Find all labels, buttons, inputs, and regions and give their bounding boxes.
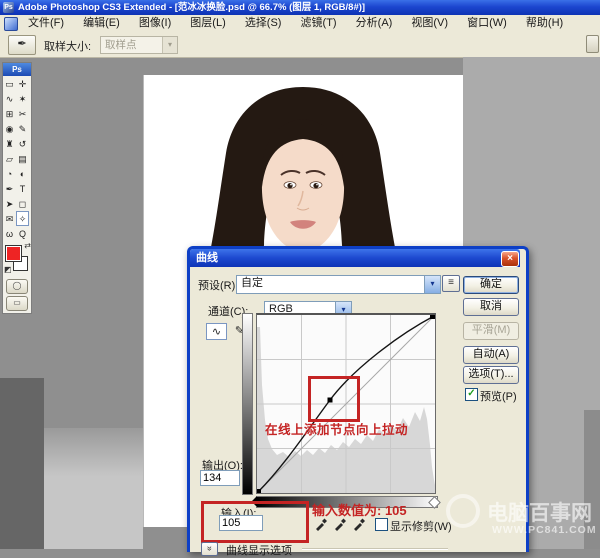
lasso-tool[interactable]: ∿: [3, 91, 16, 106]
quick-mask-button[interactable]: ◯: [6, 279, 28, 294]
zoom-tool[interactable]: Q: [16, 226, 29, 241]
history-brush-tool[interactable]: ↺: [16, 136, 29, 151]
close-button[interactable]: ×: [501, 251, 519, 267]
window-title-bar: Ps Adobe Photoshop CS3 Extended - [范冰冰换脸…: [0, 0, 600, 15]
screen-mode-button[interactable]: ▭: [6, 296, 28, 311]
crop-tool[interactable]: ⊞: [3, 106, 16, 121]
menu-file[interactable]: 文件(F): [20, 15, 72, 32]
preview-label: 预览(P): [480, 388, 517, 404]
menu-image[interactable]: 图像(I): [131, 15, 179, 32]
dropdown-arrow-icon: ▾: [424, 276, 440, 293]
curve-options-label: 曲线显示选项: [226, 542, 292, 558]
edit-points-icon[interactable]: ∿: [206, 323, 227, 340]
curve-endpoint-shadow[interactable]: [257, 489, 261, 493]
smooth-button: 平滑(M): [463, 322, 519, 340]
curve-endpoint-highlight[interactable]: [430, 315, 435, 319]
watermark-site-name: 电脑百事网: [487, 497, 592, 527]
eyedropper-tool[interactable]: ✧: [16, 211, 29, 226]
gray-point-eyedropper-icon[interactable]: [333, 517, 348, 532]
sample-size-value: 取样点: [105, 39, 137, 51]
gradient-tool[interactable]: ▤: [16, 151, 29, 166]
rectangular-marquee-tool[interactable]: ▭: [3, 76, 16, 91]
curve-grid[interactable]: 在线上添加节点向上拉动: [256, 313, 436, 494]
toolbox-palette: Ps ▭ ✛ ∿ ✶ ⊞ ✂ ◉ ✎ ♜ ↺ ▱ ▤ ◔ ◐ ✒ T ➤ ◻ ✉…: [2, 62, 32, 314]
cancel-button[interactable]: 取消: [463, 298, 519, 316]
preset-label: 预设(R):: [198, 277, 238, 293]
menu-layer[interactable]: 图层(L): [182, 15, 233, 32]
white-point-eyedropper-icon[interactable]: [352, 517, 367, 532]
document-icon: [4, 17, 18, 31]
black-point-eyedropper-icon[interactable]: [314, 517, 329, 532]
photoshop-app-icon: Ps: [3, 2, 14, 13]
move-tool[interactable]: ✛: [16, 76, 29, 91]
options-button[interactable]: 选项(T)...: [463, 366, 519, 384]
eyedropper-options-icon[interactable]: ✒: [8, 35, 36, 55]
menu-help[interactable]: 帮助(H): [518, 15, 571, 32]
tool-options-bar: ✒ 取样大小: 取样点 ▾: [0, 32, 600, 58]
workspace-background-left: [0, 378, 44, 549]
toolbox-ps-logo: Ps: [3, 63, 31, 76]
magic-wand-tool[interactable]: ✶: [16, 91, 29, 106]
eyedropper-icon: ✒: [17, 38, 26, 50]
preview-checkbox[interactable]: ✓: [465, 388, 478, 401]
output-gradient-bar: [242, 313, 253, 495]
watermark-site-url: WWW.PC841.COM: [492, 524, 597, 536]
auto-button[interactable]: 自动(A): [463, 346, 519, 364]
menu-view[interactable]: 视图(V): [403, 15, 456, 32]
swap-colors-icon[interactable]: ⇄: [24, 241, 31, 250]
hand-tool[interactable]: ω: [3, 226, 16, 241]
menu-analysis[interactable]: 分析(A): [348, 15, 401, 32]
type-tool[interactable]: T: [16, 181, 29, 196]
dropdown-arrow-icon: ▾: [162, 37, 177, 53]
blur-tool[interactable]: ◔: [3, 166, 16, 181]
notes-tool[interactable]: ✉: [3, 211, 16, 226]
show-clipping-label: 显示修剪(W): [390, 518, 452, 534]
annotation-highlight-box: [308, 376, 360, 422]
clone-stamp-tool[interactable]: ♜: [3, 136, 16, 151]
foreground-color-swatch[interactable]: [5, 245, 22, 262]
output-value-field[interactable]: [200, 470, 240, 486]
preset-options-button[interactable]: ≡: [442, 275, 460, 292]
sample-size-label: 取样大小:: [44, 38, 91, 54]
eraser-tool[interactable]: ▱: [3, 151, 16, 166]
menu-bar: 文件(F) 编辑(E) 图像(I) 图层(L) 选择(S) 滤镜(T) 分析(A…: [0, 15, 600, 33]
sample-size-dropdown[interactable]: 取样点 ▾: [100, 36, 178, 54]
shape-tool[interactable]: ◻: [16, 196, 29, 211]
default-colors-icon[interactable]: ◩: [4, 265, 12, 274]
palette-well-icon[interactable]: [586, 35, 599, 53]
dialog-title: 曲线: [196, 252, 218, 264]
annotation-curve-note: 在线上添加节点向上拉动: [265, 419, 408, 438]
pen-tool[interactable]: ✒: [3, 181, 16, 196]
workspace-background-light: [44, 428, 143, 549]
dialog-title-bar[interactable]: 曲线: [190, 249, 520, 267]
menu-edit[interactable]: 编辑(E): [75, 15, 128, 32]
watermark-logo: [446, 494, 480, 528]
preset-dropdown[interactable]: 自定 ▾: [236, 275, 441, 294]
preset-value: 自定: [241, 277, 263, 289]
brush-tool[interactable]: ✎: [16, 121, 29, 136]
annotation-input-box: [201, 501, 309, 543]
menu-select[interactable]: 选择(S): [237, 15, 290, 32]
curve-options-expander[interactable]: »: [201, 542, 218, 556]
dodge-tool[interactable]: ◐: [16, 166, 29, 181]
ok-button[interactable]: 确定: [463, 276, 519, 294]
healing-brush-tool[interactable]: ◉: [3, 121, 16, 136]
slice-tool[interactable]: ✂: [16, 106, 29, 121]
path-selection-tool[interactable]: ➤: [3, 196, 16, 211]
show-clipping-checkbox[interactable]: [375, 518, 388, 531]
separator: [302, 548, 448, 550]
menu-filter[interactable]: 滤镜(T): [293, 15, 345, 32]
window-title: Adobe Photoshop CS3 Extended - [范冰冰换脸.ps…: [18, 0, 365, 15]
color-swatch-area: ⇄ ◩: [3, 241, 31, 277]
menu-window[interactable]: 窗口(W): [459, 15, 515, 32]
